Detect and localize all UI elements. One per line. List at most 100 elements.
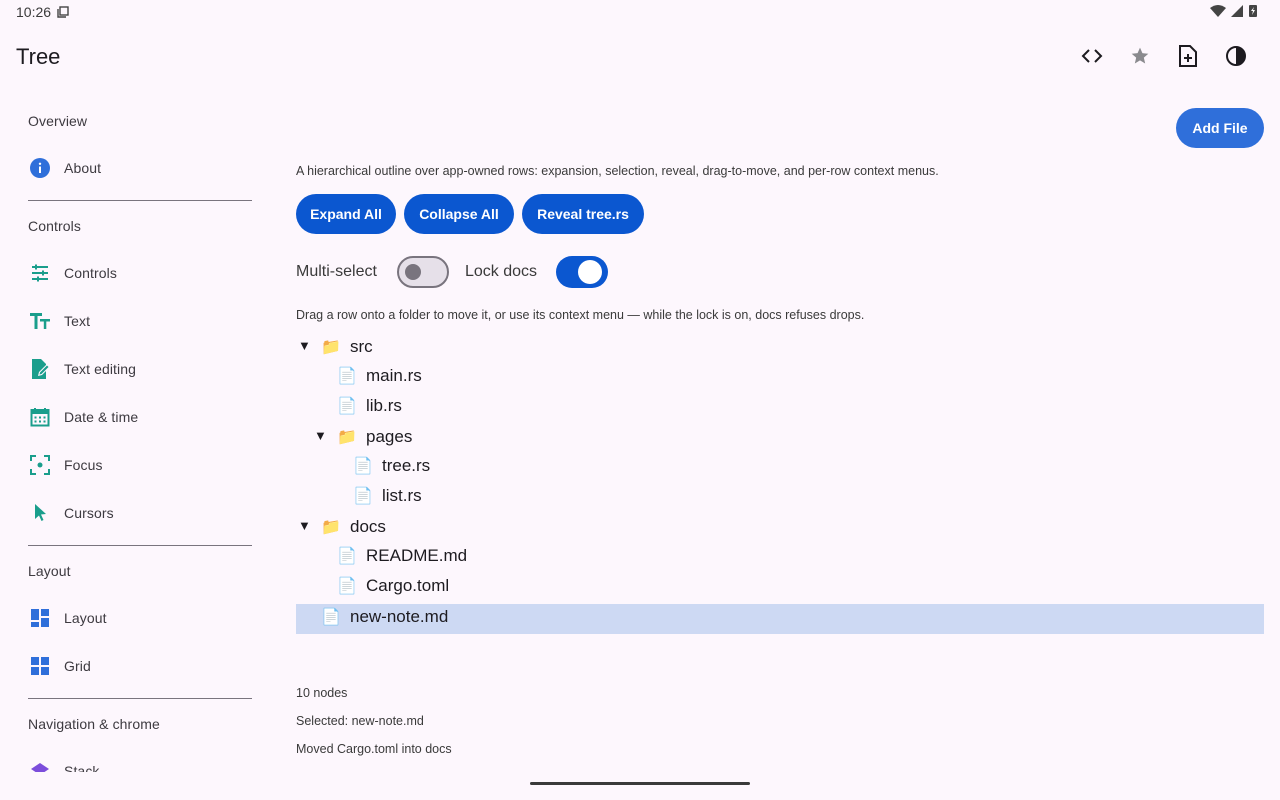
new-file-button[interactable] <box>1164 40 1212 72</box>
tree-row[interactable]: 📄 tree.rs <box>296 451 1264 481</box>
focus-icon <box>28 453 52 477</box>
sidebar-item-label: Controls <box>64 265 117 281</box>
sidebar-divider <box>28 200 252 201</box>
expand-caret-icon[interactable]: ▼ <box>298 518 311 533</box>
battery-icon <box>1249 5 1257 17</box>
multi-select-switch[interactable] <box>397 256 449 288</box>
layout-icon <box>28 606 52 630</box>
file-icon: 📄 <box>321 609 341 626</box>
tree-row-label: new-note.md <box>350 607 449 626</box>
tree-row[interactable]: 📄 Cargo.toml <box>296 571 1264 601</box>
theme-toggle-button[interactable] <box>1212 40 1260 72</box>
selection-status: Selected: new-note.md <box>296 714 424 728</box>
sidebar-item-label: Text <box>64 313 91 329</box>
expand-caret-icon[interactable]: ▼ <box>314 428 327 443</box>
tree-row[interactable]: 📄 README.md <box>296 541 1264 571</box>
sidebar-item-stack[interactable]: Stack <box>28 755 268 772</box>
tree-row[interactable]: 📄 lib.rs <box>296 391 1264 421</box>
sidebar-divider <box>28 698 252 699</box>
tree-row-label: main.rs <box>366 366 422 385</box>
sidebar-item-layout[interactable]: Layout <box>28 602 268 634</box>
add-file-button[interactable]: Add File <box>1176 108 1264 148</box>
favorite-button[interactable] <box>1116 40 1164 72</box>
sidebar-item-label: Date & time <box>64 409 139 425</box>
sidebar-item-label: Layout <box>64 610 107 626</box>
drag-hint: Drag a row onto a folder to move it, or … <box>296 308 865 322</box>
sidebar-item-focus[interactable]: Focus <box>28 449 268 481</box>
sidebar: Overview About Controls Controls Text Te… <box>0 96 280 772</box>
tree-row[interactable]: ▼ 📁 docs <box>296 512 1264 542</box>
sidebar-divider <box>28 545 252 546</box>
sidebar-item-label: About <box>64 160 102 176</box>
file-icon: 📄 <box>337 368 357 385</box>
theme-contrast-icon <box>1226 46 1246 66</box>
status-icons <box>1210 4 1258 18</box>
sidebar-item-label: Grid <box>64 658 91 674</box>
sidebar-item-cursors[interactable]: Cursors <box>28 497 268 529</box>
switch-knob <box>578 260 602 284</box>
code-icon <box>1081 49 1103 63</box>
text-icon <box>28 309 52 333</box>
tree-row-label: list.rs <box>382 486 422 505</box>
lock-docs-label: Lock docs <box>465 263 538 280</box>
file-icon: 📄 <box>337 548 357 565</box>
node-count: 10 nodes <box>296 686 348 700</box>
calendar-icon <box>28 405 52 429</box>
add-file-icon <box>1179 45 1197 67</box>
grid-icon <box>28 654 52 678</box>
page-title: Tree <box>16 44 61 69</box>
status-time: 10:26 <box>16 4 52 20</box>
tree-row-label: lib.rs <box>366 396 402 415</box>
tree-row[interactable]: ▼ 📁 src <box>296 332 1264 362</box>
signal-icon <box>1231 5 1243 17</box>
file-icon: 📄 <box>353 458 373 475</box>
sidebar-item-about[interactable]: About <box>28 152 268 184</box>
sidebar-item-label: Focus <box>64 457 103 473</box>
tree-row-label: Cargo.toml <box>366 576 450 595</box>
gesture-home-bar[interactable] <box>530 782 750 785</box>
file-icon: 📄 <box>353 488 373 505</box>
sidebar-section-navigation: Navigation & chrome <box>28 716 160 732</box>
status-bar: 10:26 <box>0 0 1280 24</box>
expand-all-button[interactable]: Expand All <box>296 194 396 234</box>
switch-knob <box>405 264 421 280</box>
file-icon: 📄 <box>337 398 357 415</box>
sidebar-item-label: Stack <box>64 763 100 772</box>
tree-row-selected[interactable]: 📄 new-note.md <box>296 604 1264 634</box>
sidebar-section-layout: Layout <box>28 563 71 579</box>
sidebar-item-date-time[interactable]: Date & time <box>28 401 268 433</box>
expand-caret-icon[interactable]: ▼ <box>298 338 311 353</box>
info-icon <box>28 156 52 180</box>
tree-row-label: src <box>350 337 373 356</box>
tree-row[interactable]: 📄 main.rs <box>296 361 1264 391</box>
stack-icon <box>28 759 52 772</box>
tune-icon <box>28 261 52 285</box>
sidebar-item-controls[interactable]: Controls <box>28 257 268 289</box>
sidebar-item-label: Text editing <box>64 361 137 377</box>
reveal-button[interactable]: Reveal tree.rs <box>522 194 644 234</box>
code-view-button[interactable] <box>1068 40 1116 72</box>
tree-row-label: tree.rs <box>382 456 431 475</box>
sidebar-section-controls: Controls <box>28 218 81 234</box>
app-bar-actions <box>1068 40 1260 72</box>
wifi-icon <box>1210 5 1226 17</box>
tree-row[interactable]: 📄 list.rs <box>296 481 1264 511</box>
folder-icon: 📁 <box>321 339 341 356</box>
folder-icon: 📁 <box>337 429 357 446</box>
page-description: A hierarchical outline over app-owned ro… <box>296 164 939 178</box>
file-icon: 📄 <box>337 578 357 595</box>
sidebar-item-text-editing[interactable]: Text editing <box>28 353 268 385</box>
tree-row[interactable]: ▼ 📁 pages <box>296 422 1264 452</box>
screenshot-icon <box>57 6 69 18</box>
cursor-icon <box>28 501 52 525</box>
folder-icon: 📁 <box>321 519 341 536</box>
collapse-all-button[interactable]: Collapse All <box>404 194 514 234</box>
star-icon <box>1131 47 1149 64</box>
tree-row-label: pages <box>366 427 413 446</box>
sidebar-item-label: Cursors <box>64 505 114 521</box>
sidebar-section-overview: Overview <box>28 113 88 129</box>
sidebar-item-grid[interactable]: Grid <box>28 650 268 682</box>
sidebar-item-text[interactable]: Text <box>28 305 268 337</box>
lock-docs-switch[interactable] <box>556 256 608 288</box>
tree-row-label: README.md <box>366 546 468 565</box>
